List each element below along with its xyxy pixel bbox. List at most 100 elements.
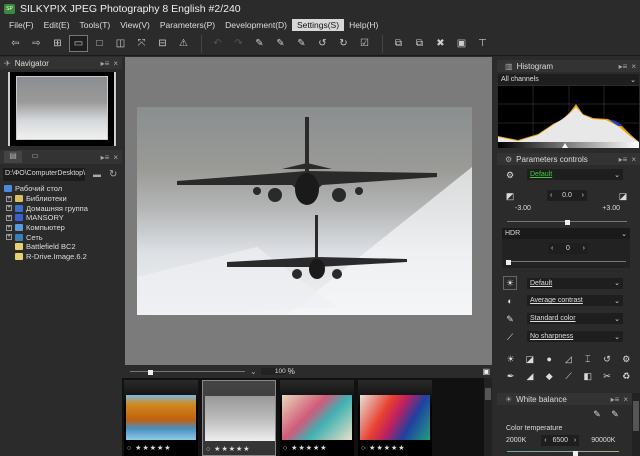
thumbnail-view-icon[interactable]: ⊞ (48, 35, 67, 52)
folder-tab-icon[interactable]: ▤ (4, 151, 22, 163)
sphere-icon[interactable]: ● (544, 354, 554, 364)
filmstrip-item[interactable]: ○ ★★★★★ (202, 380, 276, 456)
comment-tab-icon[interactable]: ▭ (26, 151, 44, 163)
prev-image-icon[interactable]: ⇦ (6, 35, 25, 52)
rating-stars[interactable]: ○ ★★★★★ (127, 444, 172, 452)
hdr-slider[interactable] (506, 259, 626, 265)
panel-menu-icon[interactable]: ▸≡ (619, 62, 628, 71)
copy-parameters-icon[interactable]: ✎ (250, 35, 269, 52)
exposure-slider[interactable] (507, 219, 627, 225)
reset-parameters-icon[interactable]: ✎ (292, 35, 311, 52)
display-icon[interactable]: ▣ (452, 35, 471, 52)
paste-parameters-icon[interactable]: ✎ (271, 35, 290, 52)
hdr-spinner[interactable]: ‹ 0 › (548, 243, 588, 254)
rating-stars[interactable]: ○ ★★★★★ (206, 445, 251, 453)
panel-menu-icon[interactable]: ▸≡ (619, 155, 628, 164)
fish-icon[interactable]: ◆ (544, 371, 554, 381)
tree-item[interactable]: + Сеть (2, 232, 120, 242)
menu-file[interactable]: File(F) (4, 19, 39, 31)
redo-icon[interactable]: ↷ (229, 35, 248, 52)
tree-item[interactable]: Рабочий стол (2, 184, 120, 194)
preset-select[interactable]: Default ⌄ (527, 169, 623, 180)
tone-icon[interactable]: ☀ (503, 276, 517, 290)
menu-tools[interactable]: Tools(T) (75, 19, 116, 31)
menu-edit[interactable]: Edit(E) (39, 19, 75, 31)
tree-item[interactable]: R-Drive.Image.6.2 (2, 252, 120, 262)
contrast-select[interactable]: Average contrast ⌄ (527, 295, 623, 306)
expand-icon[interactable]: + (6, 224, 12, 231)
fullscreen-icon[interactable]: ⤧ (132, 35, 151, 52)
navigator-preview[interactable] (8, 72, 116, 146)
zoom-slider[interactable] (130, 366, 245, 376)
warning-icon[interactable]: ⚠ (174, 35, 193, 52)
menu-development[interactable]: Development(D) (220, 19, 292, 31)
single-view-icon[interactable]: □ (90, 35, 109, 52)
gradient-icon[interactable]: ◢ (525, 371, 535, 381)
expand-icon[interactable]: + (6, 195, 12, 202)
layers-icon[interactable]: ◧ (583, 371, 593, 381)
chevron-down-icon[interactable]: ⌄ (250, 367, 257, 376)
compare-view-icon[interactable]: ◫ (111, 35, 130, 52)
expand-icon[interactable]: + (6, 214, 12, 221)
close-icon[interactable]: × (113, 153, 118, 162)
expand-icon[interactable]: + (6, 234, 12, 241)
settings-icon[interactable]: ⚙ (621, 354, 631, 364)
close-icon[interactable]: × (631, 155, 636, 164)
rotate-left-icon[interactable]: ↺ (313, 35, 332, 52)
panel-menu-icon[interactable]: ▸≡ (611, 395, 620, 404)
color-temp-spinner[interactable]: ‹ 6500 › (541, 435, 580, 446)
undo-icon[interactable]: ↶ (208, 35, 227, 52)
zoom-value[interactable]: 100 (260, 367, 286, 375)
filmstrip-scrollbar[interactable] (484, 378, 492, 456)
tone-curve-icon[interactable]: ◪ (525, 354, 535, 364)
panel-menu-icon[interactable]: ▸≡ (101, 153, 110, 162)
scissors-icon[interactable]: ✂ (602, 371, 612, 381)
menu-view[interactable]: View(V) (115, 19, 155, 31)
preview-image[interactable] (137, 107, 472, 315)
expand-icon[interactable]: + (6, 205, 12, 212)
sharpness-select[interactable]: No sharpness ⌄ (527, 331, 623, 342)
close-icon[interactable]: × (113, 59, 118, 68)
preview-area[interactable] (125, 57, 492, 365)
channel-select[interactable]: All channels ⌄ (498, 74, 639, 85)
grid-icon[interactable]: ⊟ (153, 35, 172, 52)
batch-develop-icon[interactable]: ⧉ (410, 35, 429, 52)
rotate-right-icon[interactable]: ↻ (334, 35, 353, 52)
mark-icon[interactable]: ☑ (355, 35, 374, 52)
preview-filmstrip-view-icon[interactable]: ▭ (69, 35, 88, 52)
filmstrip-item[interactable]: ○ ★★★★★ (124, 380, 198, 456)
dropper-icon[interactable]: ✒ (506, 371, 516, 381)
color-temp-slider[interactable] (507, 450, 619, 456)
rotate-icon[interactable]: ↺ (602, 354, 612, 364)
tree-item[interactable]: Battlefield BC2 (2, 242, 120, 252)
rating-stars[interactable]: ○ ★★★★★ (361, 444, 406, 452)
auto-exposure-icon[interactable]: ◪ (618, 191, 628, 201)
folder-icon[interactable]: ▬ (93, 170, 101, 179)
folder-path-input[interactable]: D:\ФО\ComputerDesktop\ (3, 167, 85, 181)
wb-auto-icon[interactable]: ✎ (610, 409, 620, 419)
menu-settings[interactable]: Settings(S) (292, 18, 345, 31)
tool-icon[interactable]: ⊤ (473, 35, 492, 52)
menu-parameters[interactable]: Parameters(P) (155, 19, 220, 31)
next-image-icon[interactable]: ⇨ (27, 35, 46, 52)
hdr-select[interactable]: HDR ⌄ (502, 228, 630, 239)
menu-help[interactable]: Help(H) (344, 19, 383, 31)
tree-item[interactable]: + MANSORY (2, 213, 120, 223)
crop-icon[interactable]: ⌶ (583, 354, 593, 364)
tree-item[interactable]: + Библиотеки (2, 194, 120, 204)
rating-stars[interactable]: ○ ★★★★★ (283, 444, 328, 452)
panel-menu-icon[interactable]: ▸≡ (101, 59, 110, 68)
brush-icon[interactable]: ⟋ (563, 371, 573, 381)
filmstrip-item[interactable]: ○ ★★★★★ (280, 380, 354, 456)
tree-item[interactable]: + Компьютер (2, 223, 120, 233)
hue-icon[interactable]: ◿ (563, 354, 573, 364)
close-icon[interactable]: × (631, 62, 636, 71)
tree-item[interactable]: + Домашняя группа (2, 203, 120, 213)
tone-select[interactable]: Default ⌄ (527, 277, 623, 289)
recycle-icon[interactable]: ♻ (621, 371, 631, 381)
delete-icon[interactable]: ✖ (431, 35, 450, 52)
white-balance-tool-icon[interactable]: ☀ (506, 354, 516, 364)
color-select[interactable]: Standard color ⌄ (527, 313, 623, 324)
exposure-spinner[interactable]: ‹ 0.0 › (547, 190, 587, 201)
fit-icon[interactable]: ▣ (482, 367, 490, 376)
